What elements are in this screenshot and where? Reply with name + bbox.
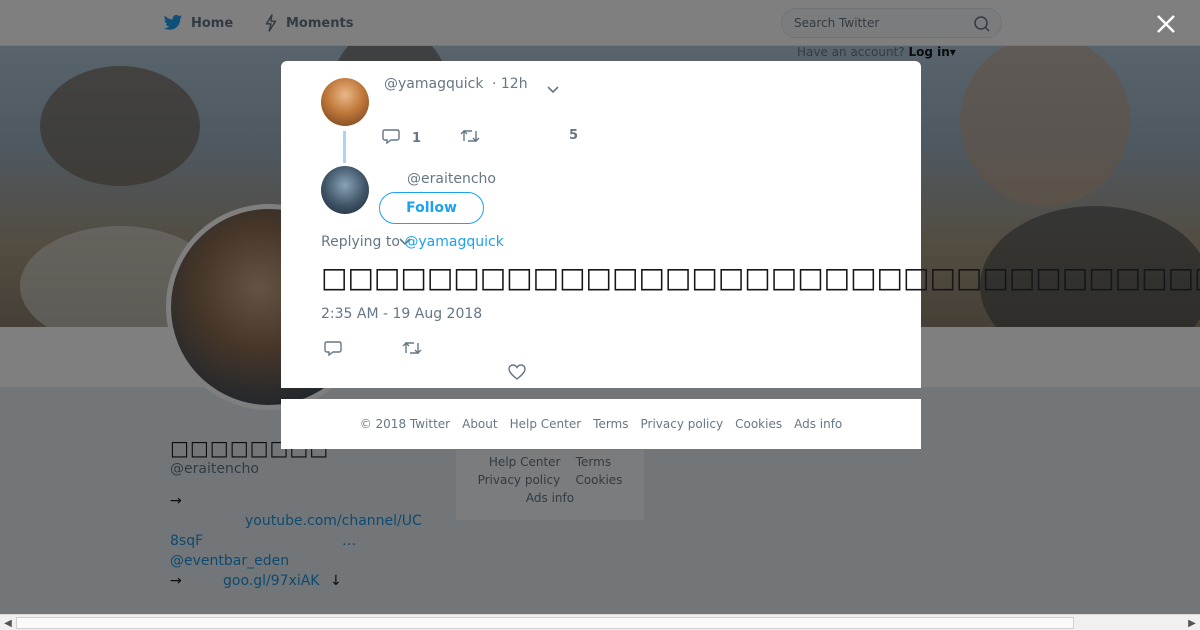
- tweet-text: □□□□□□□□□□□□□□□□□□□□□□□□□□□□□□□□□□□□□□□□…: [321, 261, 1200, 294]
- follow-button[interactable]: Follow: [379, 192, 484, 224]
- footer-cookies[interactable]: Cookies: [735, 417, 782, 431]
- tweet-author-avatar[interactable]: [321, 166, 369, 214]
- scrollbar-thumb[interactable]: [16, 617, 1074, 629]
- footer-copyright: © 2018 Twitter: [359, 417, 451, 431]
- reply-icon: [382, 128, 400, 148]
- scroll-left-arrow-icon[interactable]: ◀: [0, 615, 16, 630]
- tweet-like-button[interactable]: [508, 364, 526, 384]
- scroll-right-arrow-icon[interactable]: ▶: [1184, 615, 1200, 630]
- footer-privacy[interactable]: Privacy policy: [641, 417, 724, 431]
- tweet-timestamp[interactable]: 2:35 AM - 19 Aug 2018: [321, 306, 482, 322]
- parent-tweet-time[interactable]: · 12h: [492, 76, 528, 92]
- replying-to: Replying to @yamagquick: [321, 234, 504, 250]
- retweet-icon: [402, 340, 422, 360]
- parent-reply-button[interactable]: 1: [382, 128, 421, 148]
- parent-reply-count: 1: [412, 130, 422, 146]
- footer-about[interactable]: About: [462, 417, 497, 431]
- tweet-author-handle[interactable]: @eraitencho: [407, 171, 496, 187]
- footer-help[interactable]: Help Center: [510, 417, 582, 431]
- parent-retweet-button[interactable]: [460, 128, 480, 148]
- tweet-modal: @yamagquick · 12h 1 5 @eraitencho Follow…: [281, 61, 1200, 388]
- parent-like-count[interactable]: 5: [569, 128, 578, 143]
- heart-icon: [508, 364, 526, 384]
- footer-terms[interactable]: Terms: [593, 417, 628, 431]
- replying-to-label: Replying to: [321, 234, 400, 250]
- retweet-icon: [460, 128, 480, 148]
- modal-footer: © 2018 Twitter About Help Center Terms P…: [281, 399, 921, 449]
- thread-connector: [343, 131, 346, 163]
- close-icon[interactable]: [1154, 12, 1178, 36]
- chevron-down-icon[interactable]: [547, 79, 559, 98]
- horizontal-scrollbar[interactable]: ◀ ▶: [0, 614, 1200, 630]
- parent-tweet-avatar[interactable]: [321, 78, 369, 126]
- tweet-reply-button[interactable]: [324, 340, 342, 360]
- reply-icon: [324, 340, 342, 360]
- parent-tweet-handle[interactable]: @yamagquick: [384, 76, 483, 92]
- tweet-retweet-button[interactable]: [402, 340, 422, 360]
- replying-to-link[interactable]: @yamagquick: [404, 234, 503, 250]
- footer-ads[interactable]: Ads info: [794, 417, 842, 431]
